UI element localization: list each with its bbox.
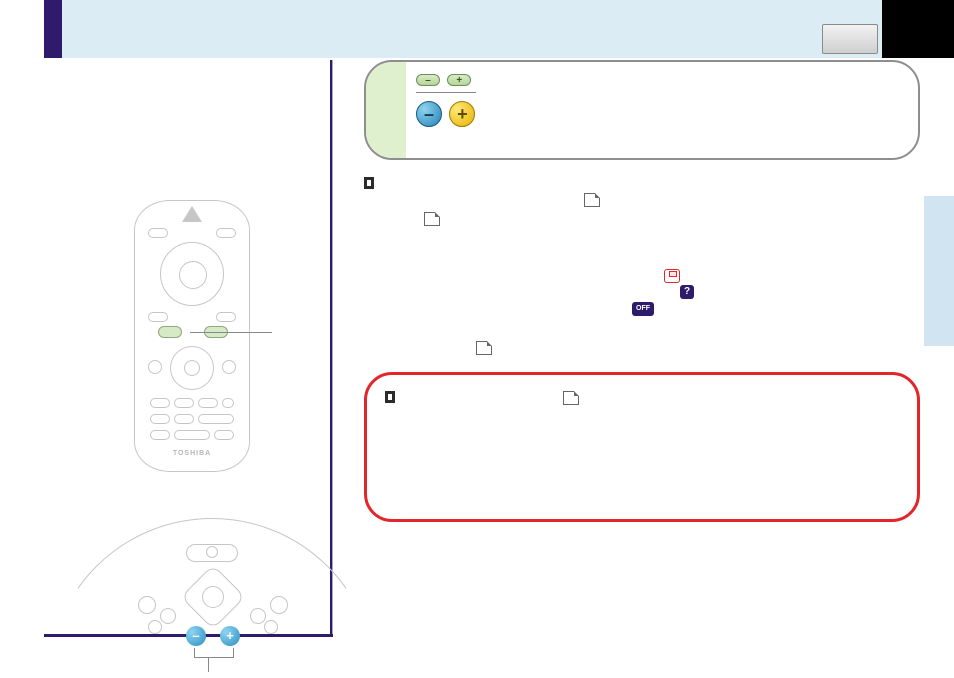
remote-top-left-button [148,228,168,238]
note-icon [364,177,374,189]
laser-warning-icon [182,206,202,222]
section-side-tab[interactable] [924,196,954,346]
right-column: ? OFF [364,60,924,522]
step-button-icons [414,72,477,127]
panel-btn-left1 [138,596,156,614]
panel-btn-right1 [270,596,288,614]
remote-nav-right [222,360,236,374]
remote-row2-btn3 [198,414,234,424]
panel-callout-bracket [194,648,234,658]
step-number-strip [366,62,406,158]
panel-btn-right2 [250,608,266,624]
remote-row3-btn3 [214,430,234,440]
remote-mid-left-button [148,312,168,322]
header-black-block [882,0,954,58]
panel-keystone-plus-label: + [220,626,240,646]
remote-keystone-minus-button [158,326,182,338]
remote-row1-btn4 [222,398,234,408]
remote-row2-btn2 [174,414,194,424]
contents-button[interactable] [822,24,878,54]
panel-btn-small-right [264,620,278,634]
remote-keystone-minus-icon [416,74,440,86]
page-ref-tag-icon[interactable] [584,193,600,207]
remote-row2-btn1 [150,414,170,424]
remote-row3-btn2 [174,430,210,440]
panel-keystone-minus-icon [416,101,442,127]
header-accent [44,0,62,58]
help-icon: ? [680,285,694,299]
panel-callout-line [208,658,209,672]
panel-keystone-minus-button: – [186,626,206,646]
panel-keystone-plus-icon [449,101,475,127]
remote-row1-btn3 [198,398,218,408]
caution-box [364,372,920,522]
remote-nav-center [184,360,200,376]
remote-mid-right-button [216,312,236,322]
remote-dpad-center [179,261,207,289]
section-side-tab-label [924,196,954,346]
panel-keystone-minus-label: – [186,626,206,646]
remote-row1-btn1 [150,398,170,408]
header-bar [0,0,954,58]
power-icon [206,546,218,558]
left-column: TOSHIBA – + [44,60,330,636]
remote-row1-btn2 [174,398,194,408]
off-indicator-icon: OFF [632,302,654,316]
panel-dpad-center [202,586,224,608]
panel-btn-left2 [160,608,176,624]
note-icon [385,391,395,403]
notes-block-a [364,176,924,229]
page-ref-tag-icon[interactable] [476,341,492,355]
step-box [364,60,920,160]
header-bg [44,0,924,58]
remote-control-illustration: TOSHIBA [134,200,250,472]
remote-row3-btn1 [150,430,170,440]
remote-top-right-button [216,228,236,238]
icon-or-divider [416,92,476,93]
step-text [496,74,900,76]
remote-keystone-plus-icon [447,74,471,86]
mid-page-ref [364,341,924,358]
page-ref-tag-icon[interactable] [563,391,579,405]
remote-callout-line [190,332,272,333]
remote-nav-left [148,360,162,374]
projection-screen-icon [664,269,680,283]
panel-btn-small-left [148,620,162,634]
page-ref-tag-icon[interactable] [424,212,440,226]
remote-brand-label: TOSHIBA [134,450,250,457]
control-panel-illustration: – + [78,518,346,678]
panel-keystone-plus-button: + [220,626,240,646]
remote-dpad [160,242,224,306]
icons-block: ? OFF [364,269,924,318]
